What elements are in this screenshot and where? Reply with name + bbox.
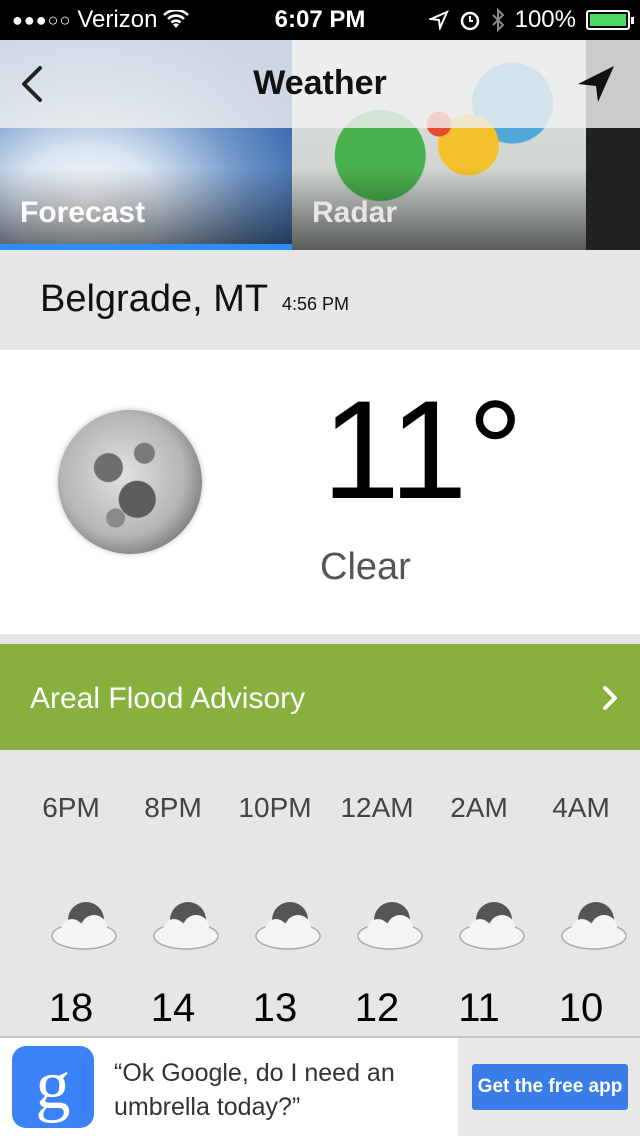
hour-temperature: 11 (458, 986, 500, 1030)
tab-forecast[interactable]: Forecast (0, 168, 292, 250)
tab-radar-label: Radar (312, 196, 398, 229)
current-condition: Clear (320, 546, 411, 588)
hour-temperature: 13 (252, 986, 298, 1030)
ad-text: “Ok Google, do I need an umbrella today?… (114, 1059, 395, 1121)
get-app-button[interactable]: Get the free app (472, 1064, 628, 1110)
hourly-item: 8PM 14 (122, 750, 224, 1036)
battery-icon (586, 10, 634, 30)
hour-temperature: 12 (354, 986, 400, 1030)
cloud-moon-icon (561, 902, 627, 950)
status-bar: ●●●○○ Verizon 6:07 PM 100% (0, 0, 640, 40)
ad-banner[interactable]: g “Ok Google, do I need an umbrella toda… (0, 1036, 640, 1136)
bluetooth-icon (491, 8, 505, 32)
page-title: Weather (253, 64, 387, 102)
cloud-moon-icon (51, 902, 117, 950)
hourly-item: 6PM 18 (20, 750, 122, 1036)
alarm-icon (460, 11, 479, 31)
hourly-item: 2AM 11 (428, 750, 530, 1036)
chevron-right-icon (603, 686, 617, 710)
hour-label: 8PM (144, 792, 202, 823)
location-services-icon (428, 10, 449, 30)
hour-label: 2AM (450, 792, 508, 823)
hourly-item: 12AM 12 (326, 750, 428, 1036)
hour-label: 12AM (340, 792, 414, 823)
location-bar: Belgrade, MT 4:56 PM (0, 250, 640, 350)
moon-icon (58, 410, 202, 554)
hourly-item: 10PM 13 (224, 750, 326, 1036)
cloud-moon-icon (357, 902, 423, 950)
hourly-forecast: 6PM 18 8PM 14 10PM 13 12AM 12 2AM 11 4AM… (0, 750, 640, 1036)
flood-advisory-banner[interactable]: Areal Flood Advisory (0, 644, 640, 750)
navigation-bar: Weather (0, 40, 640, 128)
location-name: Belgrade, MT (40, 278, 269, 320)
hour-label: 10PM (238, 792, 312, 823)
current-conditions: 11° Clear (0, 350, 640, 634)
google-logo-icon: g (12, 1046, 94, 1128)
hourly-item: 4AM 10 (530, 750, 632, 1036)
tab-radar[interactable]: Radar (292, 168, 586, 250)
hour-temperature: 14 (150, 986, 196, 1030)
cloud-moon-icon (153, 902, 219, 950)
cloud-moon-icon (255, 902, 321, 950)
current-temperature: 11° (322, 371, 524, 528)
cloud-moon-icon (459, 902, 525, 950)
divider (0, 634, 640, 644)
tab-forecast-label: Forecast (20, 196, 146, 229)
ad-cta-area: Get the free app (458, 1038, 640, 1136)
hour-temperature: 10 (558, 986, 604, 1030)
hour-label: 4AM (552, 792, 610, 823)
location-arrow-icon[interactable] (574, 62, 618, 106)
hour-label: 6PM (42, 792, 100, 823)
battery-percent: 100% (514, 6, 576, 33)
updated-time: 4:56 PM (282, 294, 350, 314)
hour-temperature: 18 (48, 986, 94, 1030)
advisory-label: Areal Flood Advisory (30, 682, 306, 715)
